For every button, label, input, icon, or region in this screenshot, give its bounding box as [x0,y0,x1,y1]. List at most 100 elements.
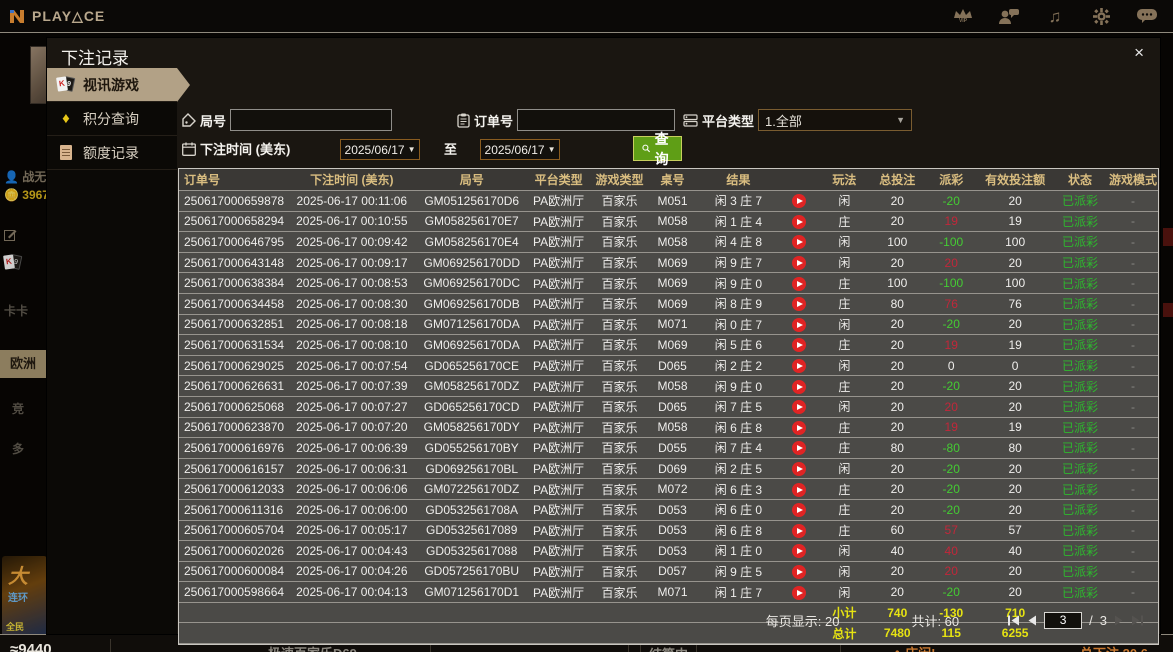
top-bar: PLAY△CE VIP ♫ [0,0,1173,33]
cell-platform: PA欧洲厅 [533,297,585,312]
date-from-picker[interactable]: 2025/06/17 ▼ [340,139,420,160]
platform-filter-label: 平台类型 [702,113,755,129]
bg-right-fragment [1163,228,1173,246]
play-video-icon[interactable] [792,297,807,312]
play-video-icon[interactable] [792,317,807,332]
table-row: 250617000643148 2025-06-17 00:09:17 GM0692… [179,253,1158,274]
last-page-icon[interactable] [1131,615,1144,626]
promo-banner[interactable]: 大 连环 全民 [2,556,47,638]
cell-result: 闲 9 庄 0 [714,379,763,394]
cell-game-mode: - [1131,296,1135,311]
play-video-icon[interactable] [792,194,807,209]
cell-order-no: 250617000612033 [184,482,285,497]
cell-bet-time: 2025-06-17 00:04:43 [296,543,408,558]
sidebar-item-points-query[interactable]: ♦ 积分查询 [47,102,177,136]
cell-bet-time: 2025-06-17 00:06:39 [296,440,408,455]
table-row: 250617000616976 2025-06-17 00:06:39 GD0552… [179,438,1158,459]
cell-payout: 19 [944,337,958,352]
play-video-icon[interactable] [792,462,807,477]
next-page-icon[interactable] [1114,615,1124,626]
play-video-icon[interactable] [792,503,807,518]
date-to-picker[interactable]: 2025/06/17 ▼ [480,139,560,160]
cell-payout: -20 [942,502,960,517]
cell-status: 已派彩 [1062,420,1099,435]
play-video-icon[interactable] [792,523,807,538]
cell-result: 闲 4 庄 8 [714,235,763,250]
cell-video [780,399,818,415]
chat-icon[interactable] [1135,5,1159,27]
play-video-icon[interactable] [792,235,807,250]
search-button[interactable]: 查询 [633,131,682,167]
play-video-icon[interactable] [792,214,807,229]
customer-service-icon[interactable] [997,5,1021,27]
cell-round-no: GM069256170DB [423,296,520,311]
cell-game-mode: - [1131,399,1135,414]
column-header: 游戏模式 [1109,173,1158,187]
cell-total-bet: 20 [890,420,904,435]
cell-valid-bet: 40 [1008,543,1022,558]
bet-records-table: 订单号 下注时间 (美东) 局号 平台类型 游戏类型 桌号 结果 玩法 总投注 派彩 有效投注额 状态… [178,168,1159,645]
cell-round-no: GM069256170DD [423,255,521,270]
cell-total-bet: 20 [890,399,904,414]
first-page-icon[interactable] [1007,615,1020,626]
cell-total-bet: 20 [890,379,904,394]
document-icon [60,145,72,160]
vip-icon[interactable]: VIP [951,5,975,27]
cell-valid-bet: 100 [1005,234,1026,249]
round-input[interactable] [230,109,393,131]
play-video-icon[interactable] [792,359,807,374]
bet-records-modal: 下注记录 × 9K 视讯游戏 ♦ 积分查询 额度记录 局号 订单号 平台类型 1… [47,38,1160,645]
cell-bet-time: 2025-06-17 00:09:17 [296,255,408,270]
play-video-icon[interactable] [792,338,807,353]
play-video-icon[interactable] [792,379,807,394]
cell-status: 已派彩 [1062,256,1099,271]
table-row: 250617000625068 2025-06-17 00:07:27 GD0652… [179,397,1158,418]
play-video-icon[interactable] [792,564,807,579]
play-video-icon[interactable] [792,544,807,559]
cell-status: 已派彩 [1062,297,1099,312]
balance-label: 🪙 3967 [4,188,49,202]
play-video-icon[interactable] [792,441,807,456]
cell-status: 已派彩 [1062,544,1099,559]
date-to-value: 2025/06/17 [484,142,545,157]
sidebar-item-label: 视讯游戏 [83,76,139,93]
cell-bet-time: 2025-06-17 00:08:53 [296,276,408,291]
cell-round-no: GM051256170D6 [424,193,520,208]
cell-game-type: 百家乐 [601,338,638,353]
cell-status: 已派彩 [1062,338,1099,353]
cell-game-mode: - [1131,276,1135,291]
play-video-icon[interactable] [792,256,807,271]
cell-game-mode: - [1131,234,1135,249]
play-video-icon[interactable] [792,276,807,291]
play-video-icon[interactable] [792,482,807,497]
cell-valid-bet: 20 [1008,585,1022,600]
cell-platform: PA欧洲厅 [533,359,585,374]
close-icon[interactable]: × [1134,43,1144,63]
order-input[interactable] [517,109,676,131]
gear-icon[interactable] [1089,5,1113,27]
cell-platform: PA欧洲厅 [533,317,585,332]
calendar-icon [182,142,196,156]
bg-nav-item-2: 竞 [12,402,25,416]
sidebar-item-video-games[interactable]: 9K 视讯游戏 [47,68,190,102]
sidebar-item-credit-records[interactable]: 额度记录 [47,136,177,170]
cell-round-no: GD065256170CE [424,358,520,373]
play-video-icon[interactable] [792,400,807,415]
play-video-icon[interactable] [792,585,807,600]
play-video-icon[interactable] [792,420,807,435]
page-input[interactable] [1044,611,1083,629]
cell-game-type: 百家乐 [601,441,638,456]
cell-video [780,276,818,291]
music-icon[interactable]: ♫ [1043,5,1067,27]
cell-round-no: GM069256170DA [423,337,520,352]
cell-valid-bet: 57 [1008,523,1022,538]
cell-play-type: 庄 [838,297,851,312]
cell-result: 闲 2 庄 2 [714,359,763,374]
modal-content: 局号 订单号 平台类型 1.全部 ▼ 下注时间 (美东) 2025/06/17 … [177,68,1160,645]
bg-nav-item-active[interactable]: 欧洲 [0,350,47,378]
prev-page-icon[interactable] [1027,615,1037,626]
cell-play-type: 闲 [838,317,851,332]
platform-select[interactable]: 1.全部 ▼ [758,109,913,131]
cell-game-mode: - [1131,358,1135,373]
table-row: 250617000626631 2025-06-17 00:07:39 GM0582… [179,376,1158,397]
